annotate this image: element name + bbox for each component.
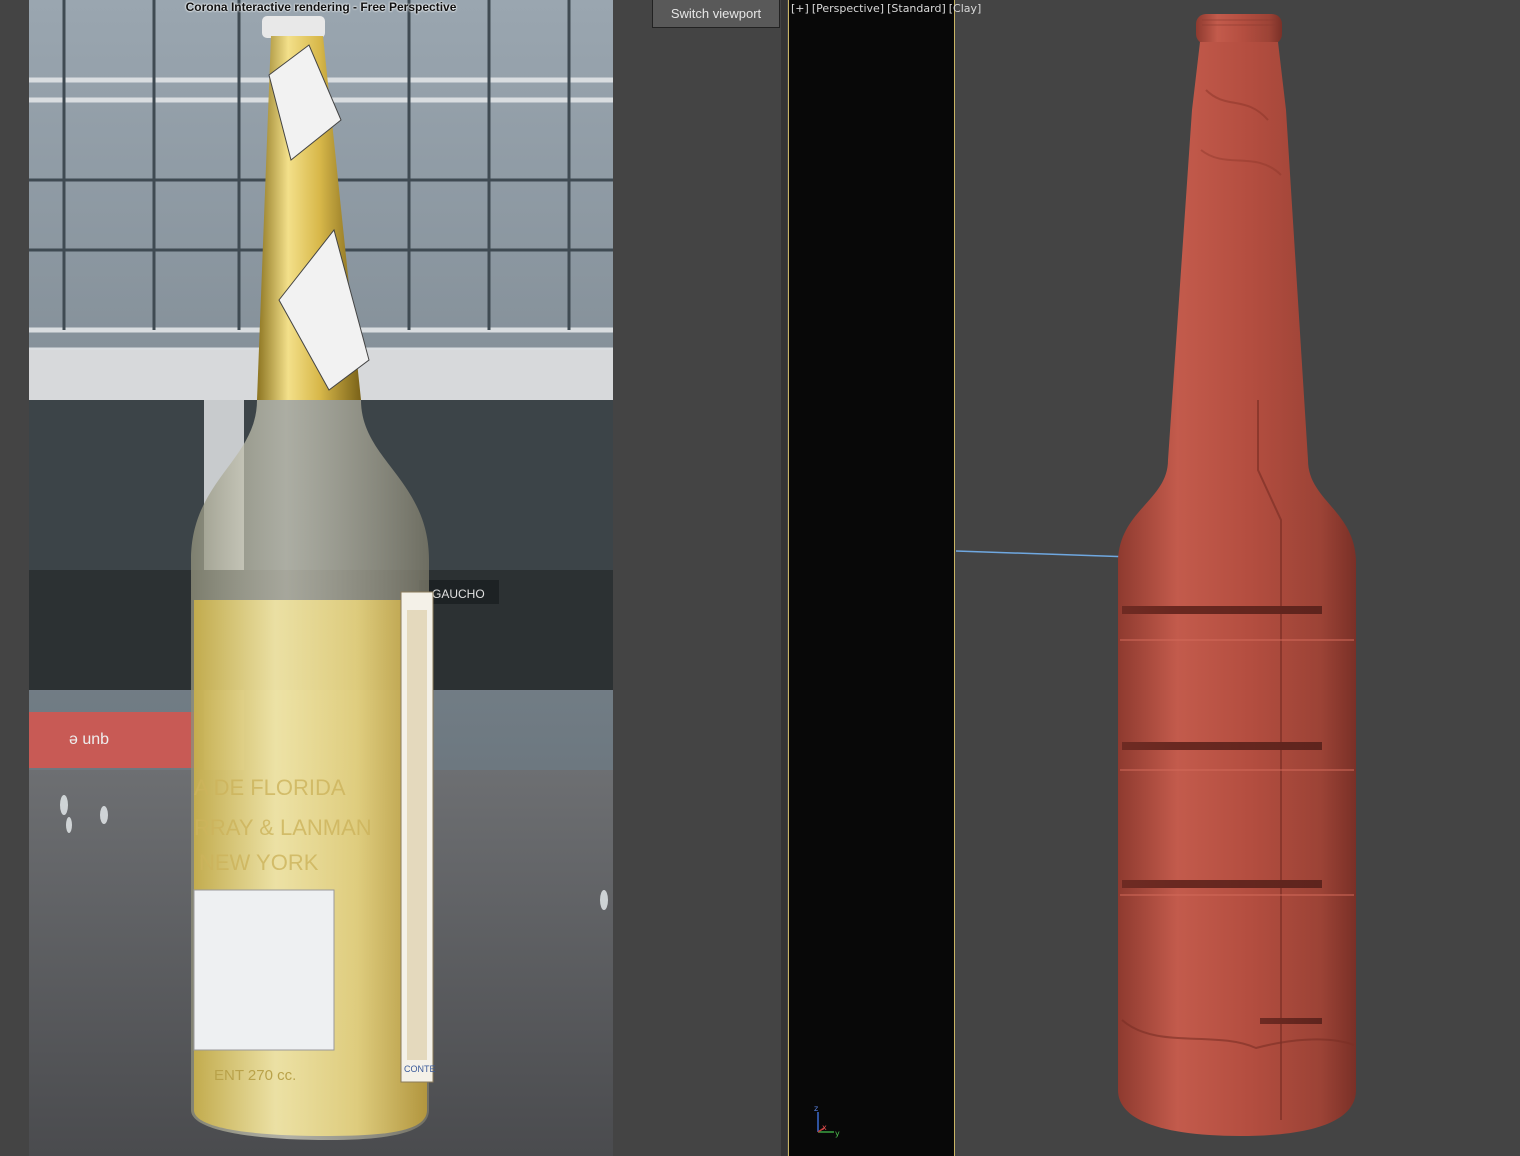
clay-scene <box>956 14 1356 1136</box>
reference-line <box>956 550 1133 558</box>
axis-x-label: x <box>822 1123 827 1132</box>
svg-text:NEW YORK: NEW YORK <box>199 850 319 875</box>
red-banner <box>29 712 199 768</box>
app-window: Corona Interactive rendering - Free Pers… <box>0 0 1520 1156</box>
corona-render-viewport[interactable]: Corona Interactive rendering - Free Pers… <box>29 0 613 1156</box>
axis-z-label: z <box>814 1104 818 1113</box>
viewport-menu-perspective[interactable]: [Perspective] <box>812 2 884 16</box>
render-scene: GAUCHO ǝ unb ENT 270 cc. A DE FLORIDA RR… <box>29 0 613 1156</box>
axis-y-label: y <box>835 1129 840 1138</box>
viewport-menu-plus[interactable]: [+] <box>791 2 809 16</box>
rear-label <box>193 889 335 1051</box>
banner-text: ǝ unb <box>69 731 109 748</box>
clay-perspective-viewport[interactable] <box>956 0 1520 1156</box>
volume-text: ENT 270 cc. <box>214 1067 296 1084</box>
svg-text:RRAY & LANMAN: RRAY & LANMAN <box>194 815 372 840</box>
render-window-title: Corona Interactive rendering - Free Pers… <box>185 0 457 14</box>
axis-gizmo: z x y <box>814 1104 840 1138</box>
viewport-divider[interactable] <box>781 0 787 1156</box>
clay-bottle <box>1118 14 1356 1136</box>
gaucho-sign: GAUCHO <box>432 587 485 601</box>
viewport-black-region[interactable] <box>788 0 955 1156</box>
viewport-menu-standard[interactable]: [Standard] <box>887 2 946 16</box>
viewport-label: [+] [Perspective] [Standard] [Clay] <box>791 2 981 16</box>
switch-viewport-button[interactable]: Switch viewport <box>652 0 780 28</box>
svg-text:CONTE: CONTE <box>404 1064 436 1074</box>
viewport-menu-clay[interactable]: [Clay] <box>949 2 982 16</box>
svg-text:A DE FLORIDA: A DE FLORIDA <box>194 775 346 800</box>
